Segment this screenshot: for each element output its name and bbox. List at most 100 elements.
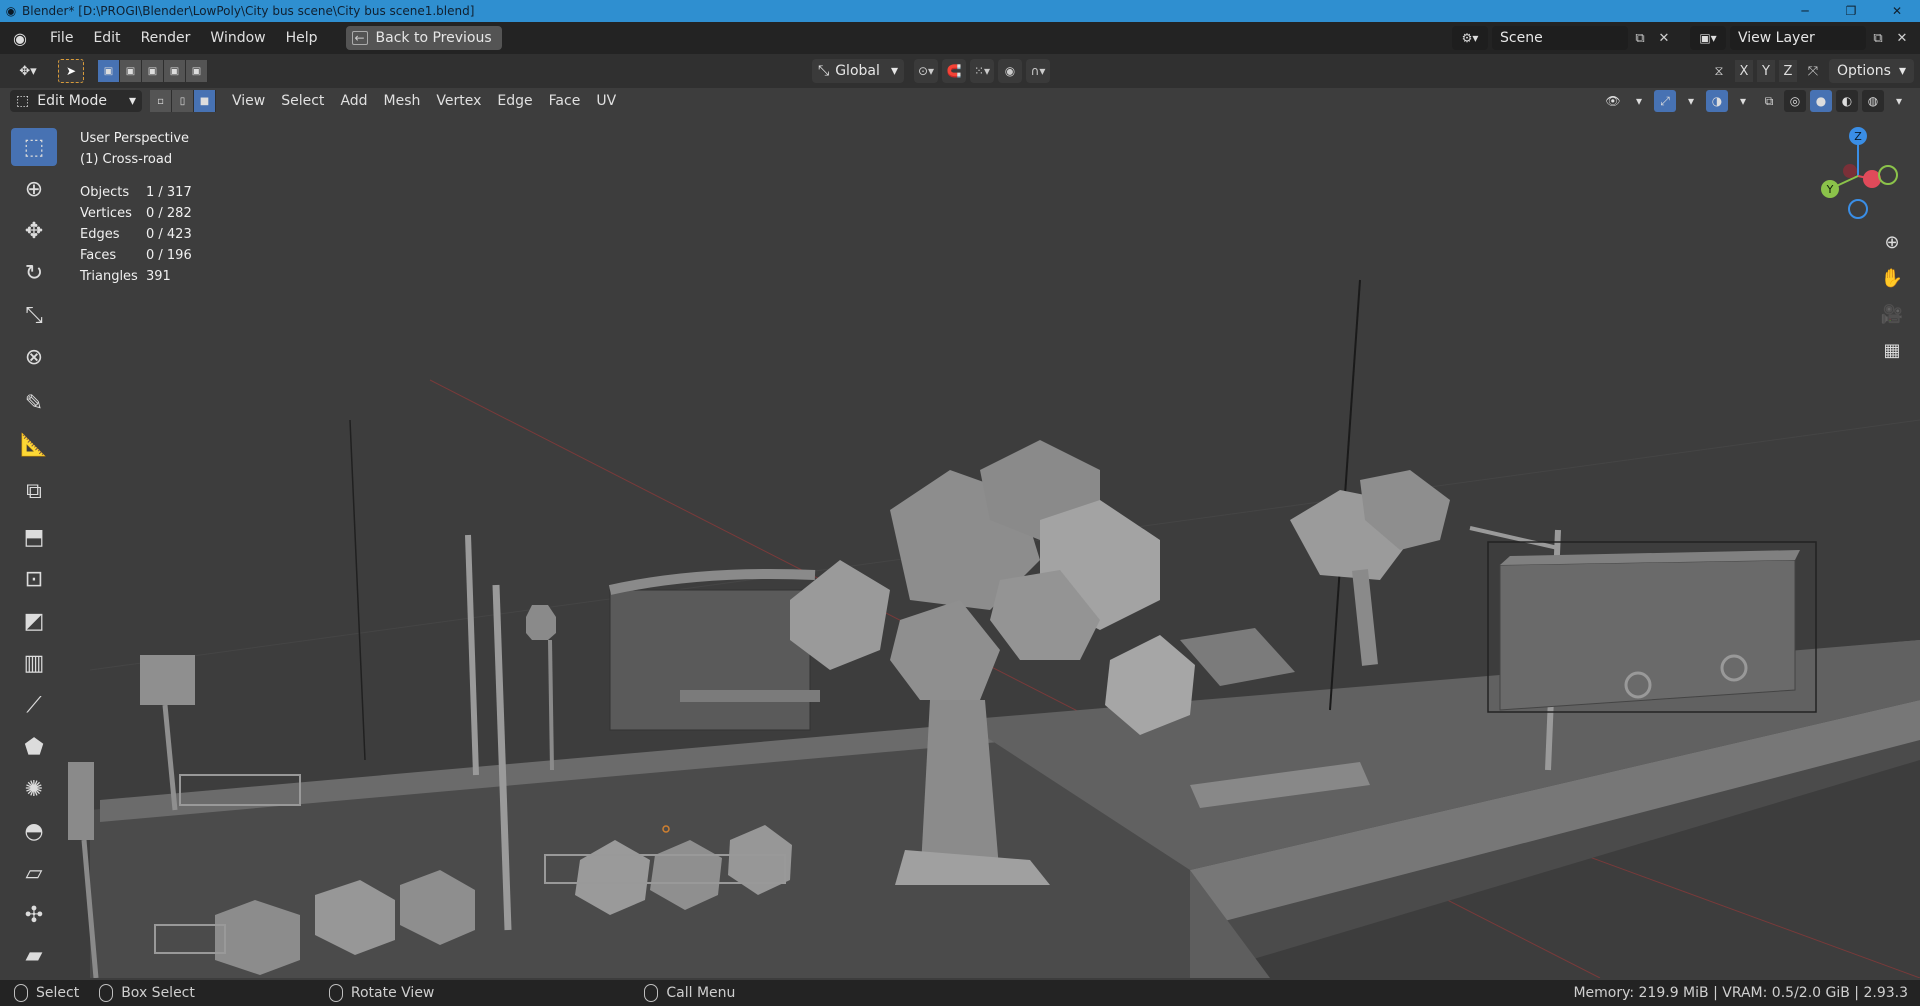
chevron-down-icon[interactable]: ▾ xyxy=(1680,90,1702,112)
options-dropdown[interactable]: Options ▾ xyxy=(1828,59,1914,83)
inset-icon[interactable]: ⊡ xyxy=(11,560,57,598)
ortho-grid-icon[interactable]: ▦ xyxy=(1878,336,1906,364)
camera-view-icon[interactable]: 🎥 xyxy=(1878,300,1906,328)
transform-icon[interactable]: ⊗ xyxy=(11,338,57,376)
edge-slide-icon[interactable]: ▱ xyxy=(11,854,57,892)
view-layer-field[interactable]: View Layer xyxy=(1730,26,1866,50)
menu-render[interactable]: Render xyxy=(131,22,201,54)
rendered-shading-icon[interactable]: ◍ xyxy=(1862,90,1884,112)
mouse-middle-icon xyxy=(328,984,343,1002)
menu-help[interactable]: Help xyxy=(276,22,328,54)
menu-vertex[interactable]: Vertex xyxy=(428,88,489,114)
stat-vertices: Vertices 0 / 282 xyxy=(80,203,192,224)
menu-mesh[interactable]: Mesh xyxy=(376,88,429,114)
face-select-icon[interactable]: ■ xyxy=(194,90,216,112)
remove-view-layer-icon[interactable]: ✕ xyxy=(1890,26,1914,50)
mirror-z-toggle[interactable]: Z xyxy=(1778,60,1797,82)
gizmo-toggle-icon[interactable]: ⤢ xyxy=(1654,90,1676,112)
cursor-icon[interactable]: ⊕ xyxy=(11,170,57,208)
mode-dropdown[interactable]: ⬚ Edit Mode ▾ xyxy=(10,90,142,112)
orientation-icon: ⤡ xyxy=(818,63,830,79)
scale-icon[interactable]: ⤡ xyxy=(11,296,57,334)
new-scene-icon[interactable]: ⧉ xyxy=(1628,26,1652,50)
status-call-menu: Call Menu xyxy=(630,984,735,1002)
menu-file[interactable]: File xyxy=(40,22,83,54)
stat-value: 391 xyxy=(146,269,171,284)
menu-face[interactable]: Face xyxy=(541,88,589,114)
back-to-previous-button[interactable]: ← Back to Previous xyxy=(345,26,502,50)
select-subtract-icon[interactable]: ▣ xyxy=(142,60,164,82)
mirror-icon[interactable]: ⧖ xyxy=(1707,59,1731,83)
transform-orientation-dropdown[interactable]: ⤡ Global ▾ xyxy=(812,59,904,83)
stat-edges: Edges 0 / 423 xyxy=(80,224,192,245)
solid-shading-icon[interactable]: ● xyxy=(1810,90,1832,112)
measure-icon[interactable]: 📐 xyxy=(11,426,57,464)
pan-hand-icon[interactable]: ✋ xyxy=(1878,264,1906,292)
select-box-icon[interactable]: ⬚ xyxy=(11,128,57,166)
select-tool-icon[interactable]: ➤ xyxy=(58,59,84,83)
spin-icon[interactable]: ✺ xyxy=(11,770,57,808)
editor-type-dropdown[interactable]: ✥▾ xyxy=(6,59,50,83)
topology-mirror-icon[interactable]: ⤧ xyxy=(1801,59,1825,83)
annotate-icon[interactable]: ✎ xyxy=(11,384,57,422)
viewport-header: ⬚ Edit Mode ▾ ▫ ▯ ■ View Select Add Mesh… xyxy=(0,88,1920,114)
material-shading-icon[interactable]: ◐ xyxy=(1836,90,1858,112)
minimize-button[interactable]: ─ xyxy=(1782,0,1828,22)
zoom-icon[interactable]: ⊕ xyxy=(1878,228,1906,256)
scene-name-field[interactable]: Scene xyxy=(1492,26,1628,50)
select-extend-icon[interactable]: ▣ xyxy=(120,60,142,82)
bevel-icon[interactable]: ◩ xyxy=(11,602,57,640)
shrink-fatten-icon[interactable]: ✣ xyxy=(11,896,57,934)
menu-edge[interactable]: Edge xyxy=(489,88,540,114)
extrude-icon[interactable]: ⬒ xyxy=(11,518,57,556)
gizmo-neg-z-axis[interactable] xyxy=(1848,199,1868,219)
vertex-select-icon[interactable]: ▫ xyxy=(150,90,172,112)
navigation-gizmo[interactable]: Z Y xyxy=(1808,126,1908,226)
scene-render[interactable] xyxy=(60,114,1920,978)
menu-add[interactable]: Add xyxy=(332,88,375,114)
mirror-y-toggle[interactable]: Y xyxy=(1756,60,1775,82)
menu-window[interactable]: Window xyxy=(200,22,275,54)
loop-cut-icon[interactable]: ▥ xyxy=(11,644,57,682)
knife-icon[interactable]: ⟋ xyxy=(11,686,57,724)
menu-uv[interactable]: UV xyxy=(588,88,624,114)
edge-select-icon[interactable]: ▯ xyxy=(172,90,194,112)
menu-edit[interactable]: Edit xyxy=(83,22,130,54)
blender-menu-icon[interactable]: ◉ xyxy=(0,29,40,48)
scene-type-dropdown[interactable]: ⚙▾ xyxy=(1452,26,1488,50)
close-button[interactable]: ✕ xyxy=(1874,0,1920,22)
shear-icon[interactable]: ▰ xyxy=(11,936,57,974)
maximize-button[interactable]: ❐ xyxy=(1828,0,1874,22)
snap-element-icon[interactable]: ⁙▾ xyxy=(970,59,994,83)
gizmo-neg-x-axis[interactable] xyxy=(1843,164,1857,178)
chevron-down-icon[interactable]: ▾ xyxy=(1628,90,1650,112)
chevron-down-icon[interactable]: ▾ xyxy=(1732,90,1754,112)
snap-toggle-icon[interactable]: 🧲 xyxy=(942,59,966,83)
menu-view[interactable]: View xyxy=(224,88,273,114)
pivot-point-icon[interactable]: ⊙▾ xyxy=(914,59,938,83)
wireframe-shading-icon[interactable]: ◎ xyxy=(1784,90,1806,112)
falloff-icon[interactable]: ∩▾ xyxy=(1026,59,1050,83)
move-icon[interactable]: ✥ xyxy=(11,212,57,250)
select-new-icon[interactable]: ▣ xyxy=(98,60,120,82)
gizmo-neg-y-axis[interactable] xyxy=(1878,165,1898,185)
overlay-toggle-icon[interactable]: ◑ xyxy=(1706,90,1728,112)
scene-statistics: Objects 1 / 317 Vertices 0 / 282 Edges 0 / … xyxy=(80,182,192,287)
add-cube-icon[interactable]: ⧉ xyxy=(11,472,57,510)
poly-build-icon[interactable]: ⬟ xyxy=(11,728,57,766)
rotate-icon[interactable]: ↻ xyxy=(11,254,57,292)
new-view-layer-icon[interactable]: ⧉ xyxy=(1866,26,1890,50)
chevron-down-icon[interactable]: ▾ xyxy=(1888,90,1910,112)
select-intersect-icon[interactable]: ▣ xyxy=(186,60,208,82)
mirror-x-toggle[interactable]: X xyxy=(1734,60,1753,82)
3d-viewport[interactable]: Z Y xyxy=(60,114,1920,978)
smooth-icon[interactable]: ◓ xyxy=(11,812,57,850)
xray-toggle-icon[interactable]: ⧉ xyxy=(1758,90,1780,112)
mouse-right-icon xyxy=(644,984,659,1002)
proportional-edit-icon[interactable]: ◉ xyxy=(998,59,1022,83)
view-layer-type-dropdown[interactable]: ▣▾ xyxy=(1690,26,1726,50)
select-invert-icon[interactable]: ▣ xyxy=(164,60,186,82)
visibility-icon[interactable]: 👁 xyxy=(1602,90,1624,112)
menu-select[interactable]: Select xyxy=(273,88,332,114)
remove-scene-icon[interactable]: ✕ xyxy=(1652,26,1676,50)
